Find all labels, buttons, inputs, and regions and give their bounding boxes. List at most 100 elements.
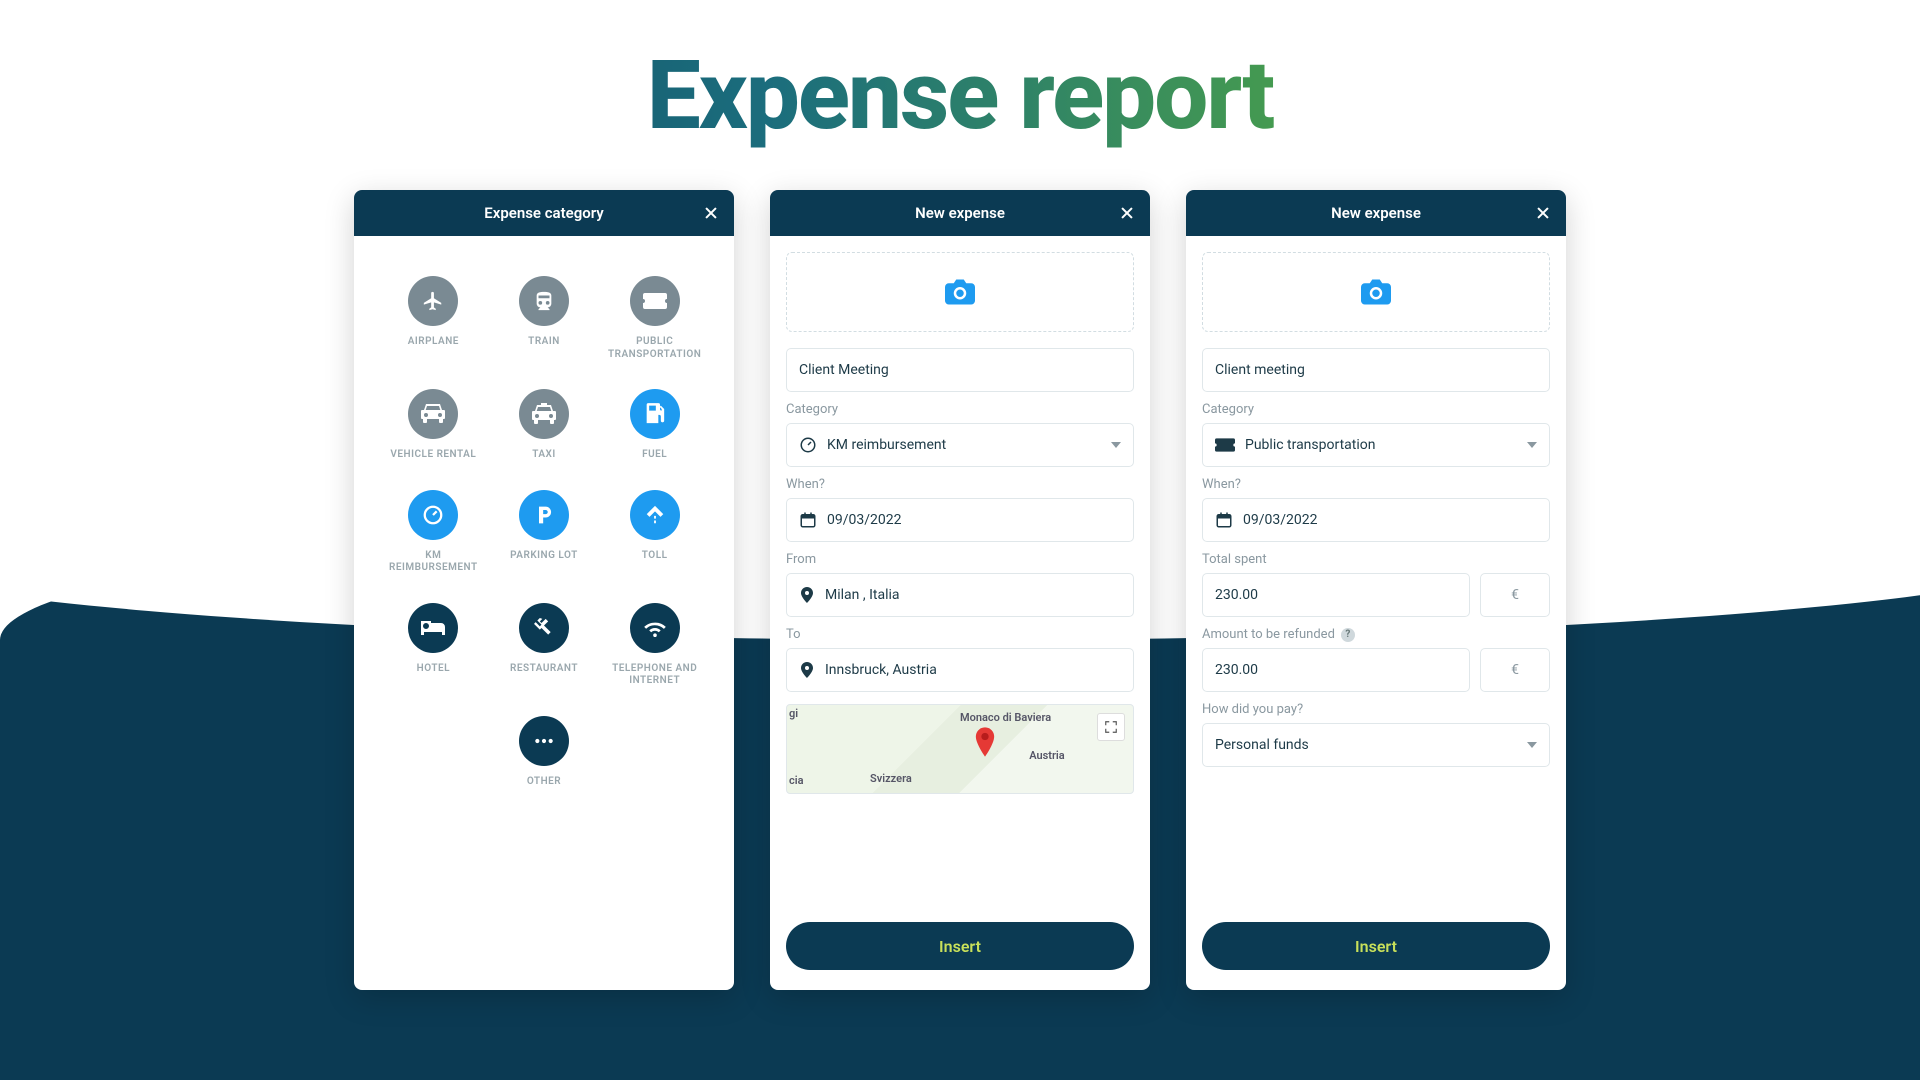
help-icon[interactable]: ? [1341,628,1355,642]
ticket-icon [630,276,680,326]
when-label: When? [786,477,1134,492]
ticket-icon [1215,438,1235,452]
expand-icon [1104,720,1118,734]
category-label: AIRPLANE [408,336,459,349]
panel-body: Client meeting Category Public transport… [1186,236,1566,904]
close-icon[interactable] [1118,204,1136,222]
pay-label: How did you pay? [1202,702,1550,717]
pin-icon [799,586,815,604]
category-label: RESTAURANT [510,663,578,676]
insert-button[interactable]: Insert [1202,922,1550,970]
category-value: KM reimbursement [827,437,946,453]
gauge-icon [408,490,458,540]
photo-upload[interactable] [786,252,1134,332]
chevron-down-icon [1111,442,1121,448]
panel-header: Expense category [354,190,734,236]
map-label: Austria [1029,749,1065,762]
panel-new-expense-km: New expense Client Meeting Category KM r… [770,190,1150,990]
calendar-icon [1215,511,1233,529]
parking-icon [519,490,569,540]
category-item-taxi[interactable]: TAXI [493,389,596,462]
panel-body: Client Meeting Category KM reimbursement… [770,236,1150,904]
category-label: HOTEL [417,663,450,676]
refund-input[interactable]: 230.00 [1202,648,1470,692]
when-label: When? [1202,477,1550,492]
panel-new-expense-public: New expense Client meeting Category Publ… [1186,190,1566,990]
currency-value: € [1511,662,1519,678]
total-label: Total spent [1202,552,1550,567]
category-grid: AIRPLANE TRAIN PUBLIC TRANSPORTATION VEH… [370,252,718,812]
expense-name-input[interactable]: Client Meeting [786,348,1134,392]
pay-value: Personal funds [1215,737,1309,753]
car-icon [408,389,458,439]
category-select[interactable]: Public transportation [1202,423,1550,467]
category-item-gauge[interactable]: KM REIMBURSEMENT [382,490,485,575]
category-label: Category [1202,402,1550,417]
category-item-utensils[interactable]: RESTAURANT [493,603,596,688]
category-item-fuel[interactable]: FUEL [603,389,706,462]
insert-button[interactable]: Insert [786,922,1134,970]
map-label: Monaco di Baviera [960,711,1051,724]
gauge-icon [799,436,817,454]
category-item-dots[interactable]: OTHER [493,716,596,789]
pin-icon [799,661,815,679]
map-label: Svizzera [870,772,912,785]
category-label: KM REIMBURSEMENT [382,550,485,575]
expense-name-value: Client meeting [1215,362,1305,378]
camera-icon [1361,279,1391,305]
total-value: 230.00 [1215,587,1258,603]
category-label: TELEPHONE AND INTERNET [603,663,706,688]
currency-select[interactable]: € [1480,648,1550,692]
route-map[interactable]: Monaco di Baviera Austria Svizzera cia g… [786,704,1134,794]
from-label: From [786,552,1134,567]
panel-expense-category: Expense category AIRPLANE TRAIN PUBLIC T… [354,190,734,990]
taxi-icon [519,389,569,439]
refund-value: 230.00 [1215,662,1258,678]
refund-label: Amount to be refunded ? [1202,627,1550,642]
date-input[interactable]: 09/03/2022 [786,498,1134,542]
date-input[interactable]: 09/03/2022 [1202,498,1550,542]
expense-name-value: Client Meeting [799,362,889,378]
camera-icon [945,279,975,305]
to-input[interactable]: Innsbruck, Austria [786,648,1134,692]
calendar-icon [799,511,817,529]
category-item-ticket[interactable]: PUBLIC TRANSPORTATION [603,276,706,361]
category-item-car[interactable]: VEHICLE RENTAL [382,389,485,462]
category-item-train[interactable]: TRAIN [493,276,596,361]
category-item-wifi[interactable]: TELEPHONE AND INTERNET [603,603,706,688]
category-item-road[interactable]: TOLL [603,490,706,575]
category-value: Public transportation [1245,437,1375,453]
from-input[interactable]: Milan , Italia [786,573,1134,617]
panel-header: New expense [770,190,1150,236]
fuel-icon [630,389,680,439]
currency-select[interactable]: € [1480,573,1550,617]
photo-upload[interactable] [1202,252,1550,332]
page-title: Expense report [0,40,1920,152]
expense-name-input[interactable]: Client meeting [1202,348,1550,392]
close-icon[interactable] [702,204,720,222]
wifi-icon [630,603,680,653]
map-expand-button[interactable] [1097,713,1125,741]
category-item-parking[interactable]: PARKING LOT [493,490,596,575]
category-label: PUBLIC TRANSPORTATION [603,336,706,361]
total-input[interactable]: 230.00 [1202,573,1470,617]
insert-label: Insert [939,937,981,956]
to-value: Innsbruck, Austria [825,662,937,678]
panel-title: New expense [915,204,1005,222]
close-icon[interactable] [1534,204,1552,222]
chevron-down-icon [1527,742,1537,748]
utensils-icon [519,603,569,653]
category-label: TOLL [642,550,668,563]
panel-title: New expense [1331,204,1421,222]
category-label: TAXI [532,449,556,462]
category-item-airplane[interactable]: AIRPLANE [382,276,485,361]
map-label-edge: gi [789,707,798,720]
category-label: TRAIN [528,336,560,349]
category-item-bed[interactable]: HOTEL [382,603,485,688]
panel-title: Expense category [484,204,603,222]
category-select[interactable]: KM reimbursement [786,423,1134,467]
airplane-icon [408,276,458,326]
category-label: FUEL [642,449,667,462]
pay-select[interactable]: Personal funds [1202,723,1550,767]
road-icon [630,490,680,540]
